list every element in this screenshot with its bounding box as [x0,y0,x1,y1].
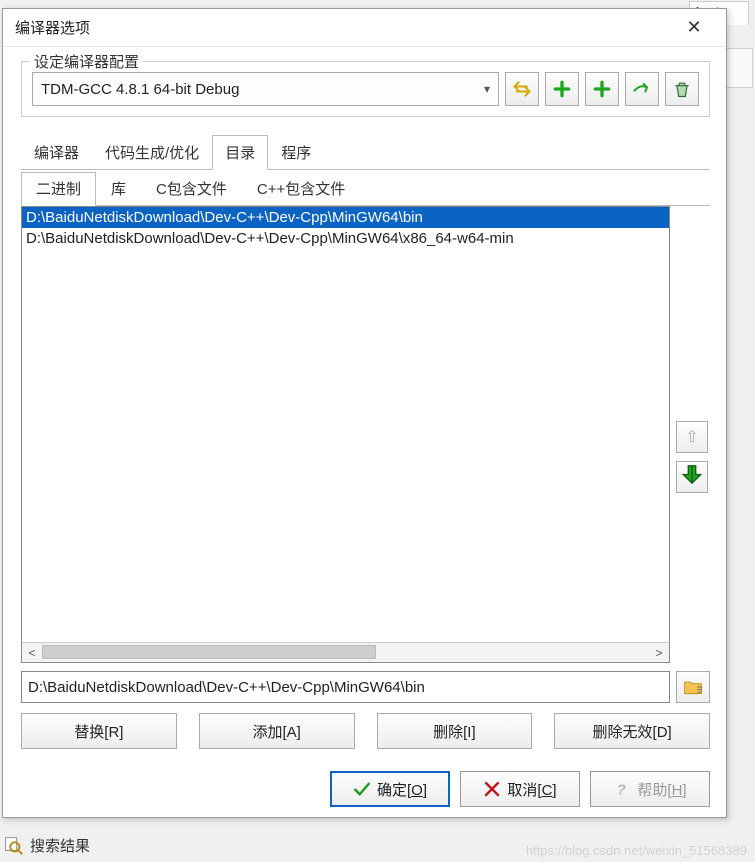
trash-icon [672,79,692,99]
subtab-cpp-include[interactable]: C++包含文件 [242,172,360,206]
arrow-up-icon: ⇧ [685,427,698,447]
search-icon [2,834,24,856]
chevron-down-icon: ▾ [484,82,490,96]
compiler-config-group: 设定编译器配置 TDM-GCC 4.8.1 64-bit Debug ▾ [21,61,710,117]
add-button[interactable]: 添加[A] [199,713,355,749]
help-button[interactable]: ? 帮助[H] [590,771,710,807]
compiler-selected-value: TDM-GCC 4.8.1 64-bit Debug [41,81,239,98]
list-item[interactable]: D:\BaiduNetdiskDownload\Dev-C++\Dev-Cpp\… [22,228,669,249]
ok-button[interactable]: 确定[O] [330,771,450,807]
path-input[interactable]: D:\BaiduNetdiskDownload\Dev-C++\Dev-Cpp\… [21,671,670,703]
dir-subtabs: 二进制 库 C包含文件 C++包含文件 [21,172,710,206]
add-empty-compiler-button[interactable] [585,72,619,106]
list-item[interactable]: D:\BaiduNetdiskDownload\Dev-C++\Dev-Cpp\… [22,207,669,228]
move-down-button[interactable] [676,461,708,493]
path-value: D:\BaiduNetdiskDownload\Dev-C++\Dev-Cpp\… [28,679,425,696]
group-label: 设定编译器配置 [30,51,143,72]
reorder-buttons: ⇧ [676,206,710,663]
subtab-c-include[interactable]: C包含文件 [141,172,242,206]
plus-icon [552,79,572,99]
scroll-left-icon[interactable]: < [22,646,42,660]
subtab-lib[interactable]: 库 [96,172,141,206]
arrow-down-icon [677,462,707,492]
delete-button[interactable]: 删除[I] [377,713,533,749]
add-compiler-button[interactable] [545,72,579,106]
cancel-button[interactable]: 取消[C] [460,771,580,807]
x-icon [483,780,501,798]
close-button[interactable]: ✕ [674,13,714,43]
folder-icon [683,677,703,697]
subtab-binary[interactable]: 二进制 [21,172,96,206]
delete-compiler-button[interactable] [665,72,699,106]
check-icon [353,780,371,798]
move-up-button[interactable]: ⇧ [676,421,708,453]
tab-codegen[interactable]: 代码生成/优化 [92,135,212,170]
dialog-window: 编译器选项 ✕ 设定编译器配置 TDM-GCC 4.8.1 64-bit Deb… [2,8,727,818]
svg-text:?: ? [617,781,626,798]
window-title: 编译器选项 [15,17,674,38]
scrollbar-thumb[interactable] [42,645,376,659]
horizontal-scrollbar[interactable]: < > [22,642,669,662]
arrow-right-icon [632,79,652,99]
scroll-right-icon[interactable]: > [649,646,669,660]
find-compiler-button[interactable] [625,72,659,106]
background-panel-fragment [725,48,753,88]
status-text: 搜索结果 [30,835,90,856]
rename-compiler-button[interactable] [505,72,539,106]
arrows-icon [512,79,532,99]
titlebar: 编译器选项 ✕ [3,9,726,47]
scrollbar-track[interactable] [42,643,649,662]
dialog-content: 设定编译器配置 TDM-GCC 4.8.1 64-bit Debug ▾ [3,47,726,817]
cancel-label: 取消[C] [507,779,556,800]
delete-invalid-button[interactable]: 删除无效[D] [554,713,710,749]
plus-icon [592,79,612,99]
browse-button[interactable] [676,671,710,703]
watermark: https://blog.csdn.net/weixin_51568389 [526,843,747,858]
status-bar: 搜索结果 [2,834,90,856]
ok-label: 确定[O] [377,779,427,800]
list-items: D:\BaiduNetdiskDownload\Dev-C++\Dev-Cpp\… [22,207,669,642]
question-icon: ? [613,780,631,798]
close-icon: ✕ [686,17,701,38]
compiler-dropdown[interactable]: TDM-GCC 4.8.1 64-bit Debug ▾ [32,72,499,106]
tab-programs[interactable]: 程序 [268,135,324,170]
help-label: 帮助[H] [637,779,686,800]
tab-compiler[interactable]: 编译器 [21,135,92,170]
main-tabs: 编译器 代码生成/优化 目录 程序 [21,135,710,170]
directory-listbox[interactable]: D:\BaiduNetdiskDownload\Dev-C++\Dev-Cpp\… [21,206,670,663]
tab-directories[interactable]: 目录 [212,135,268,170]
replace-button[interactable]: 替换[R] [21,713,177,749]
